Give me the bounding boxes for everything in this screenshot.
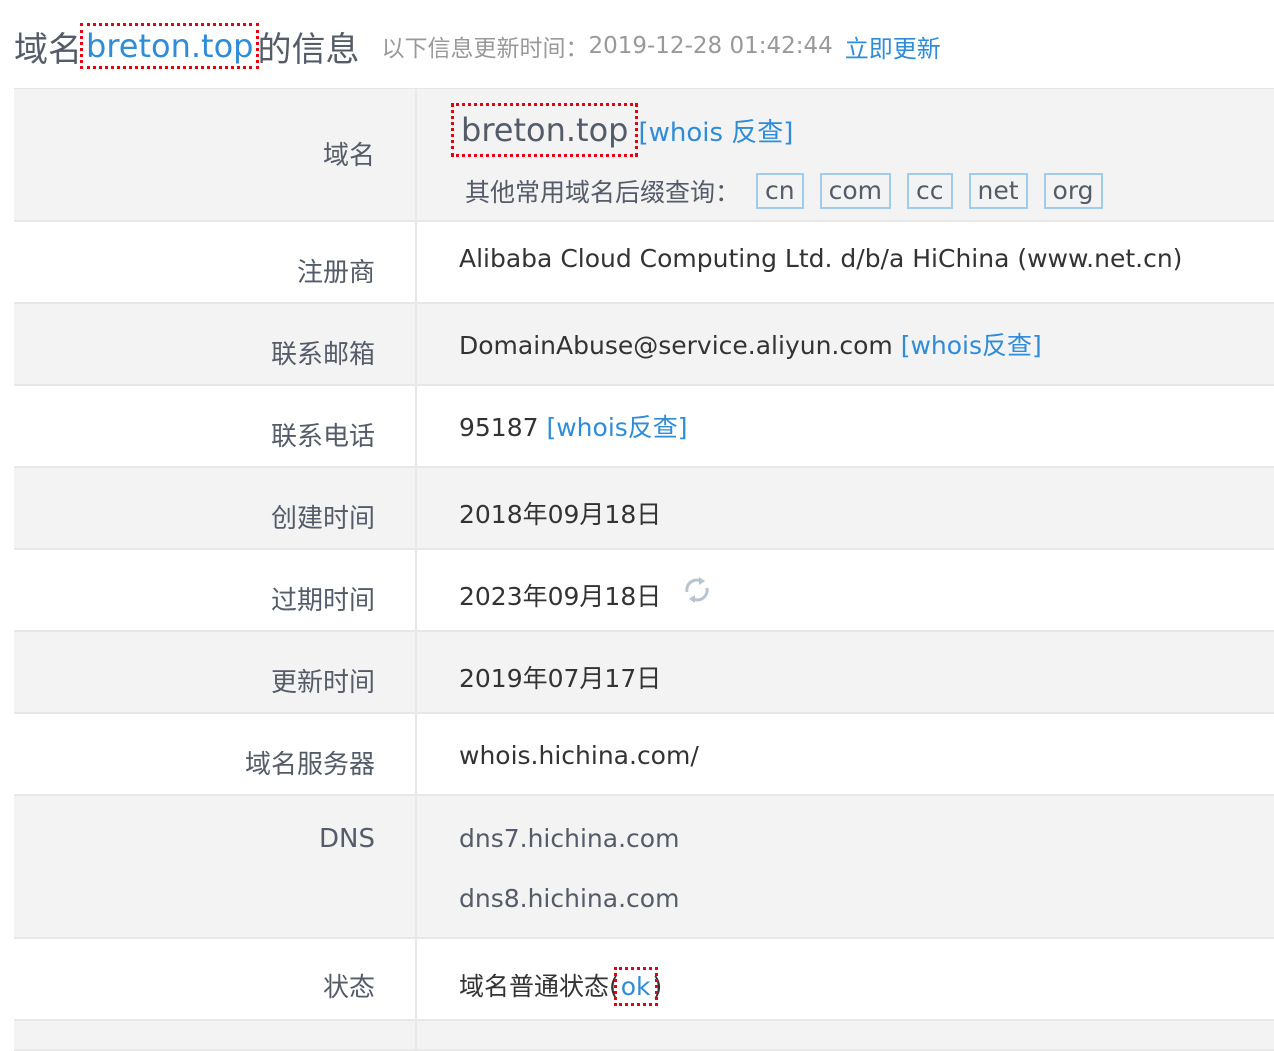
status-ok-link[interactable]: ok — [613, 967, 658, 1006]
row-label: 状态 — [14, 939, 417, 1019]
suffix-cn-button[interactable]: cn — [756, 173, 804, 209]
email-value: DomainAbuse@service.aliyun.com — [459, 331, 893, 360]
row-created: 创建时间 2018年09月18日 — [14, 468, 1274, 550]
row-value: 95187 [whois反查] — [417, 386, 1274, 466]
row-domain: 域名 breton.top [whois 反查] 其他常用域名后缀查询： cn c… — [14, 89, 1274, 222]
dns-server-link[interactable]: dns7.hichina.com — [459, 824, 679, 853]
row-value: DomainAbuse@service.aliyun.com [whois反查] — [417, 304, 1274, 384]
row-registrar: 注册商 Alibaba Cloud Computing Ltd. d/b/a H… — [14, 222, 1274, 304]
suffix-label: 其他常用域名后缀查询： — [465, 178, 741, 207]
row-expires: 过期时间 2023年09月18日 — [14, 550, 1274, 632]
row-partial — [14, 1021, 1274, 1051]
row-value: breton.top [whois 反查] 其他常用域名后缀查询： cn com … — [417, 89, 1274, 220]
status-value: 域名普通状态( — [459, 972, 619, 1001]
row-label: 域名服务器 — [14, 714, 417, 794]
row-label: 联系邮箱 — [14, 304, 417, 384]
registrar-value: Alibaba Cloud Computing Ltd. d/b/a HiChi… — [459, 244, 1183, 273]
suffix-net-button[interactable]: net — [968, 173, 1028, 209]
email-whois-link[interactable]: [whois反查] — [901, 331, 1042, 360]
row-value: 2023年09月18日 — [417, 550, 1274, 630]
row-label: 创建时间 — [14, 468, 417, 548]
refresh-icon[interactable] — [681, 574, 713, 606]
phone-whois-link[interactable]: [whois反查] — [546, 413, 687, 442]
row-label: 联系电话 — [14, 386, 417, 466]
row-label: DNS — [14, 796, 417, 937]
suffix-com-button[interactable]: com — [819, 173, 892, 209]
status-close: ) — [652, 972, 663, 1001]
suffix-cc-button[interactable]: cc — [907, 173, 953, 209]
row-whois-server: 域名服务器 whois.hichina.com/ — [14, 714, 1274, 796]
row-label: 更新时间 — [14, 632, 417, 712]
update-time: 2019-12-28 01:42:44 — [588, 33, 833, 59]
row-label: 过期时间 — [14, 550, 417, 630]
row-label — [14, 1021, 417, 1049]
created-value: 2018年09月18日 — [459, 500, 662, 529]
whois-server-value: whois.hichina.com/ — [459, 741, 699, 770]
row-status: 状态 域名普通状态(ok) — [14, 939, 1274, 1021]
title-prefix: 域名 — [14, 29, 82, 70]
dns-server-link[interactable]: dns8.hichina.com — [459, 884, 679, 913]
title-domain-link[interactable]: breton.top — [79, 23, 260, 69]
suffix-query: 其他常用域名后缀查询： cn com cc net org — [465, 173, 1274, 209]
expires-value: 2023年09月18日 — [459, 582, 662, 611]
row-value — [417, 1021, 1274, 1049]
row-label: 域名 — [14, 89, 417, 220]
page-title: 域名 breton.top 的信息 以下信息更新时间： 2019-12-28 0… — [14, 18, 941, 74]
domain-value: breton.top — [450, 103, 639, 157]
row-phone: 联系电话 95187 [whois反查] — [14, 386, 1274, 468]
title-suffix: 的信息 — [257, 29, 360, 70]
suffix-org-button[interactable]: org — [1043, 173, 1103, 209]
row-value: 域名普通状态(ok) — [417, 939, 1274, 1019]
phone-value: 95187 — [459, 413, 539, 442]
refresh-now-link[interactable]: 立即更新 — [845, 29, 941, 64]
updated-value: 2019年07月17日 — [459, 664, 662, 693]
row-email: 联系邮箱 DomainAbuse@service.aliyun.com [who… — [14, 304, 1274, 386]
update-label: 以下信息更新时间： — [381, 36, 589, 62]
row-value: dns7.hichina.com dns8.hichina.com — [417, 796, 1274, 937]
row-dns: DNS dns7.hichina.com dns8.hichina.com — [14, 796, 1274, 939]
row-label: 注册商 — [14, 222, 417, 302]
whois-table: 域名 breton.top [whois 反查] 其他常用域名后缀查询： cn c… — [14, 88, 1274, 1051]
domain-whois-link[interactable]: [whois 反查] — [638, 118, 793, 148]
row-updated: 更新时间 2019年07月17日 — [14, 632, 1274, 714]
